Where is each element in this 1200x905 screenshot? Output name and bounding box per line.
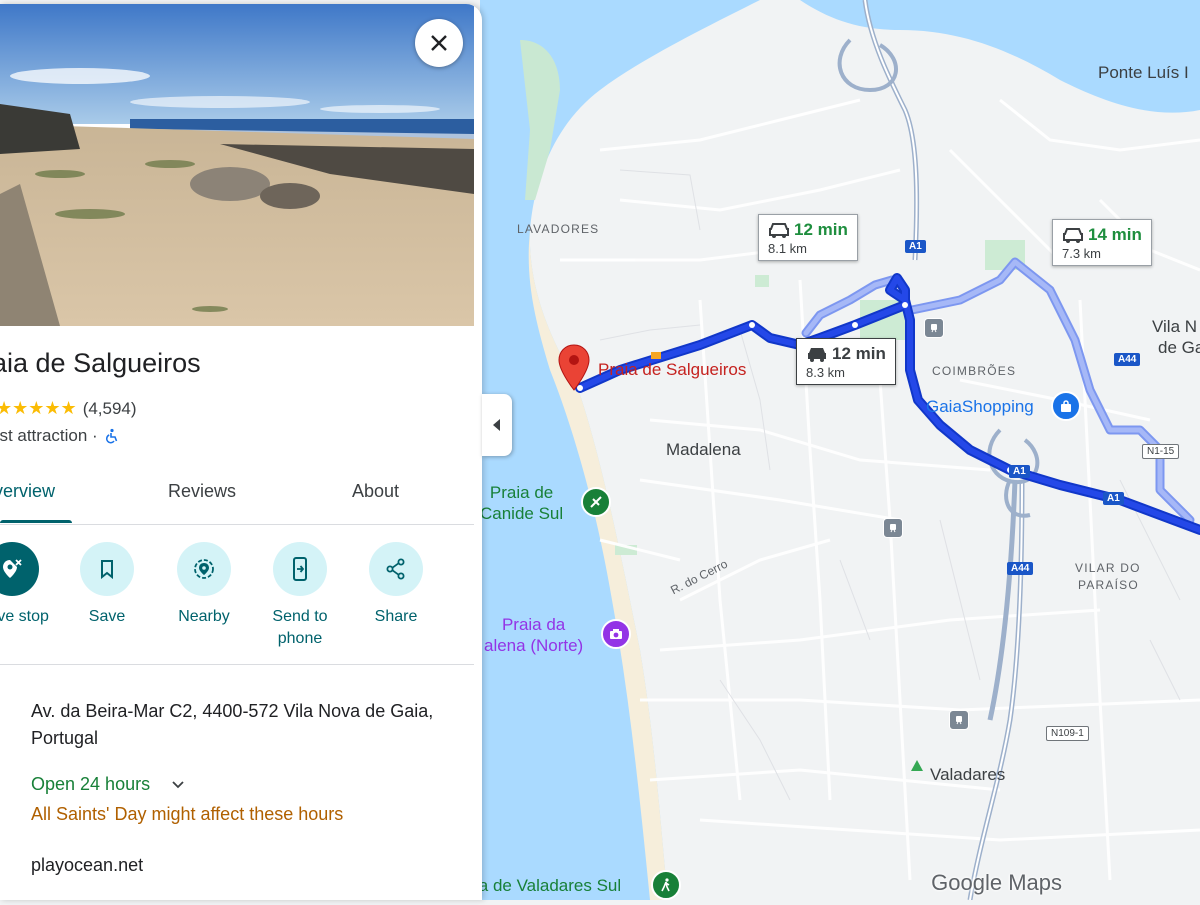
area-label-vilar-1: VILAR DO (1075, 561, 1141, 575)
route-option-selected[interactable]: 12 min 8.3 km (796, 338, 896, 385)
route-option-distance: 8.1 km (768, 241, 808, 256)
opening-hours-text: Open 24 hours (31, 774, 151, 794)
send-to-phone-icon (293, 557, 307, 581)
place-label-valadares[interactable]: Valadares (930, 765, 1005, 785)
rating-row[interactable]: ★★★★★ (4,594) (0, 398, 137, 419)
website-link[interactable]: playocean.net (31, 855, 143, 876)
remove-stop-label: move stop (0, 608, 49, 625)
action-bar: move stop Save Nearby Send to phone Shar… (0, 542, 474, 665)
hiking-icon[interactable] (651, 870, 681, 900)
place-tabs: verview Reviews About (0, 464, 474, 525)
close-icon (431, 35, 447, 51)
place-category[interactable]: rist attraction · (0, 426, 98, 446)
nearby-label: Nearby (178, 608, 230, 625)
remove-stop-icon (3, 559, 22, 578)
park-icon (911, 760, 923, 771)
highway-shield-a1: A1 (1009, 465, 1030, 478)
send-to-phone-button[interactable]: Send to phone (252, 542, 348, 650)
share-icon (386, 558, 405, 580)
highway-shield-a1: A1 (905, 240, 926, 253)
camera-icon[interactable] (601, 619, 631, 649)
chevron-left-icon (493, 419, 500, 431)
poi-label-praia-madalena-norte[interactable]: Praia da alena (Norte) (484, 614, 583, 656)
train-station-icon[interactable] (949, 710, 969, 730)
collapse-panel-button[interactable] (482, 394, 512, 456)
car-icon (808, 348, 826, 362)
place-label-ponte-luis[interactable]: Ponte Luís I (1098, 63, 1189, 83)
bookmark-icon (101, 560, 113, 579)
route-option-1[interactable]: 12 min 8.1 km (758, 214, 858, 261)
tab-active-indicator (0, 520, 72, 523)
route-option-2[interactable]: 14 min 7.3 km (1052, 219, 1152, 266)
route-option-distance: 7.3 km (1062, 246, 1102, 261)
share-button[interactable]: Share (348, 542, 444, 628)
poi-label-praia-valadares-sul[interactable]: ia de Valadares Sul (475, 875, 621, 896)
poi-label-gaiashopping[interactable]: GaiaShopping (926, 397, 1034, 417)
route-option-time: 14 min (1088, 225, 1142, 244)
place-panel: aia de Salgueiros ★★★★★ (4,594) rist att… (0, 4, 482, 900)
place-label-vila-nova-1[interactable]: Vila N (1152, 317, 1197, 337)
train-station-icon[interactable] (924, 318, 944, 338)
destination-pin-label[interactable]: Praia de Salgueiros (598, 360, 746, 380)
highway-shield-a1: A1 (1103, 492, 1124, 505)
chevron-down-icon[interactable] (172, 780, 184, 789)
highway-shield-a44: A44 (1007, 562, 1034, 575)
area-label-vilar-2: PARAÍSO (1078, 578, 1139, 592)
nearby-icon (194, 559, 214, 579)
address[interactable]: Av. da Beira-Mar C2, 4400-572 Vila Nova … (31, 698, 441, 752)
road-shield-n1091: N109-1 (1046, 726, 1089, 741)
car-icon (769, 223, 789, 238)
route-option-time: 12 min (794, 220, 848, 239)
poi-label-praia-canide-sul[interactable]: Praia de Canide Sul (480, 482, 563, 524)
beach-photo (0, 4, 474, 326)
tab-overview[interactable]: verview (0, 481, 55, 502)
route-option-distance: 8.3 km (806, 365, 846, 380)
opening-hours[interactable]: Open 24 hours (31, 774, 184, 795)
tab-about[interactable]: About (352, 481, 399, 502)
send-to-phone-label: Send to phone (272, 608, 328, 647)
highway-shield-a44: A44 (1114, 353, 1141, 366)
wheelchair-icon (105, 428, 117, 444)
save-label: Save (88, 608, 126, 625)
remove-stop-button[interactable]: move stop (0, 542, 60, 628)
place-label-madalena[interactable]: Madalena (666, 440, 741, 460)
category-row: rist attraction · (0, 426, 120, 446)
place-photo[interactable] (0, 4, 474, 326)
close-button[interactable] (415, 19, 463, 67)
area-label-coimbroes: COIMBRÕES (932, 364, 1017, 378)
area-label-lavadores: LAVADORES (517, 222, 600, 236)
beach-icon[interactable] (581, 487, 611, 517)
tab-reviews[interactable]: Reviews (168, 481, 236, 502)
car-icon (1063, 228, 1083, 243)
hours-warning: All Saints' Day might affect these hours (31, 804, 344, 824)
train-station-icon[interactable] (883, 518, 903, 538)
destination-pin-icon[interactable] (557, 344, 591, 397)
place-title: aia de Salgueiros (0, 348, 201, 378)
share-label: Share (374, 608, 418, 625)
review-count[interactable]: (4,594) (83, 399, 137, 419)
nearby-button[interactable]: Nearby (156, 542, 252, 628)
google-maps-logo: Google Maps (931, 870, 1062, 895)
save-button[interactable]: Save (59, 542, 155, 628)
rating-stars: ★★★★★ (0, 398, 77, 418)
route-option-time: 12 min (832, 344, 886, 363)
road-shield-n115: N1-15 (1142, 444, 1180, 459)
shopping-bag-icon[interactable] (1051, 391, 1081, 421)
place-label-vila-nova-2[interactable]: de Ga (1158, 338, 1200, 358)
